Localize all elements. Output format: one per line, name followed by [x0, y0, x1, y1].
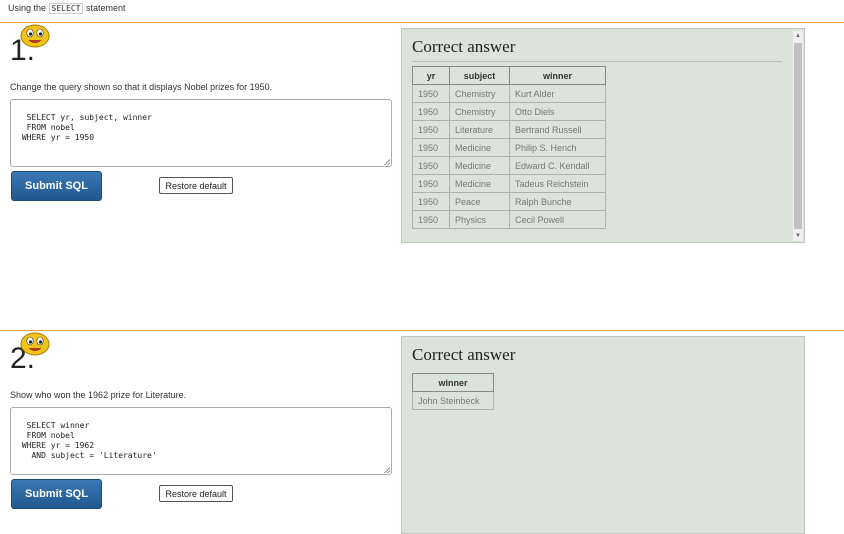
- scrollbar-thumb[interactable]: [794, 43, 802, 229]
- resize-handle-icon[interactable]: [384, 159, 390, 165]
- column-header: subject: [449, 66, 510, 85]
- section-divider-1: [0, 22, 844, 23]
- heading-suffix: statement: [85, 3, 126, 13]
- table-cell: Bertrand Russell: [509, 120, 606, 139]
- resize-handle-icon[interactable]: [384, 467, 390, 473]
- restore-default-button-2[interactable]: Restore default: [159, 485, 233, 502]
- table-cell: 1950: [412, 84, 450, 103]
- scroll-down-icon[interactable]: ▼: [793, 232, 803, 240]
- answer-title-2: Correct answer: [412, 345, 516, 364]
- table-row: 1950 Medicine Philip S. Hench: [412, 138, 606, 157]
- sql-editor-1[interactable]: SELECT yr, subject, winner FROM nobel WH…: [10, 99, 392, 167]
- table-cell: 1950: [412, 138, 450, 157]
- answer-table-2: winner John Steinbeck: [412, 373, 494, 410]
- correct-answer-panel-1: Correct answer yr subject winner 1950 Chemis…: [401, 28, 805, 243]
- table-row: 1950 Chemistry Otto Diels: [412, 102, 606, 121]
- table-cell: Kurt Alder: [509, 84, 606, 103]
- table-row: 1950 Medicine Tadeus Reichstein: [412, 174, 606, 193]
- section-divider-2: [0, 330, 844, 331]
- submit-sql-button-2[interactable]: Submit SQL: [11, 479, 102, 509]
- table-cell: Edward C. Kendall: [509, 156, 606, 175]
- table-cell: 1950: [412, 210, 450, 229]
- restore-default-button-1[interactable]: Restore default: [159, 177, 233, 194]
- heading-prefix: Using the: [8, 3, 47, 13]
- sql-editor-1-text: SELECT yr, subject, winner FROM nobel WH…: [21, 113, 152, 142]
- question-1-text: Change the query shown so that it displa…: [10, 82, 273, 92]
- table-cell: Literature: [449, 120, 510, 139]
- table-cell: Tadeus Reichstein: [509, 174, 606, 193]
- table-header-row: yr subject winner: [412, 66, 606, 85]
- table-cell: 1950: [412, 102, 450, 121]
- scrollbar[interactable]: ▲ ▼: [793, 31, 803, 241]
- answer-title-1: Correct answer: [412, 37, 516, 56]
- table-cell: Cecil Powell: [509, 210, 606, 229]
- table-row: 1950 Literature Bertrand Russell: [412, 120, 606, 139]
- table-row: John Steinbeck: [412, 391, 494, 410]
- table-cell: Medicine: [449, 156, 510, 175]
- correct-answer-panel-2: Correct answer winner John Steinbeck: [401, 336, 805, 534]
- table-cell: Medicine: [449, 174, 510, 193]
- table-cell: Ralph Bunche: [509, 192, 606, 211]
- table-cell: 1950: [412, 156, 450, 175]
- column-header: winner: [412, 373, 494, 392]
- sql-editor-2-text: SELECT winner FROM nobel WHERE yr = 1962…: [21, 421, 157, 460]
- page-heading: Using the SELECT statement: [8, 3, 126, 14]
- answer-title-rule: [412, 61, 782, 62]
- smiley-icon: [20, 332, 50, 356]
- smiley-icon: [20, 24, 50, 48]
- table-cell: Otto Diels: [509, 102, 606, 121]
- table-cell: 1950: [412, 120, 450, 139]
- table-header-row: winner: [412, 373, 494, 392]
- table-row: 1950 Peace Ralph Bunche: [412, 192, 606, 211]
- table-cell: 1950: [412, 174, 450, 193]
- submit-sql-button-1[interactable]: Submit SQL: [11, 171, 102, 201]
- table-cell: Philip S. Hench: [509, 138, 606, 157]
- column-header: winner: [509, 66, 606, 85]
- table-cell: Medicine: [449, 138, 510, 157]
- answer-table-1: yr subject winner 1950 Chemistry Kurt Alder 19…: [412, 66, 606, 229]
- table-row: 1950 Chemistry Kurt Alder: [412, 84, 606, 103]
- table-cell: Peace: [449, 192, 510, 211]
- table-cell: John Steinbeck: [412, 391, 494, 410]
- heading-code: SELECT: [48, 3, 84, 14]
- table-cell: Chemistry: [449, 102, 510, 121]
- scroll-up-icon[interactable]: ▲: [793, 32, 803, 40]
- table-row: 1950 Medicine Edward C. Kendall: [412, 156, 606, 175]
- table-row: 1950 Physics Cecil Powell: [412, 210, 606, 229]
- question-2-text: Show who won the 1962 prize for Literatu…: [10, 390, 187, 400]
- column-header: yr: [412, 66, 450, 85]
- table-cell: Chemistry: [449, 84, 510, 103]
- sql-editor-2[interactable]: SELECT winner FROM nobel WHERE yr = 1962…: [10, 407, 392, 475]
- table-cell: Physics: [449, 210, 510, 229]
- table-cell: 1950: [412, 192, 450, 211]
